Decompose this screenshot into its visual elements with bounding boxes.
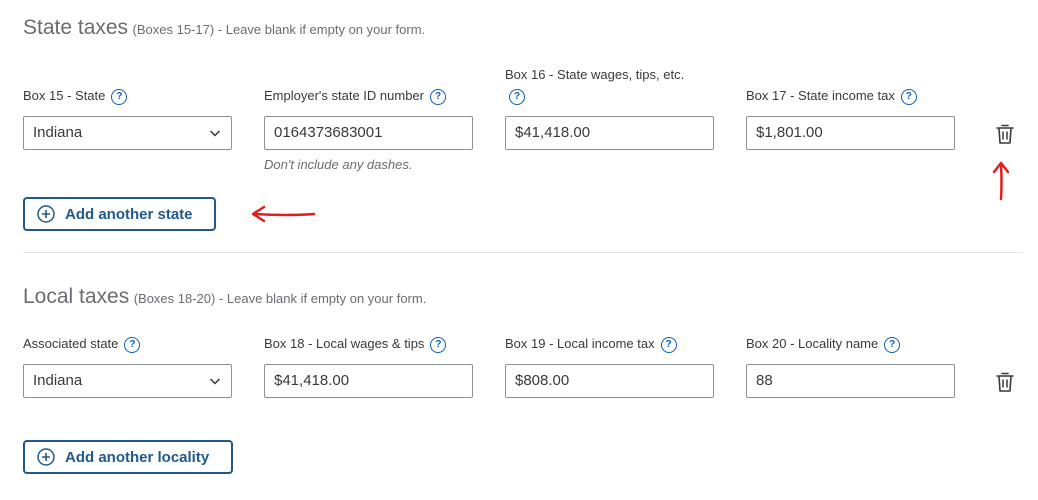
box17-label-row: Box 17 - State income tax? [746,88,917,105]
local-taxes-subtitle: (Boxes 18-20) - Leave blank if empty on … [133,291,427,306]
box17-help-icon[interactable]: ? [900,88,917,105]
box17-value: $1,801.00 [756,124,823,141]
red-arrow-left-annotation-icon [251,205,316,223]
box19-label: Box 19 - Local income tax [505,336,655,351]
plus-circle-icon [37,448,55,466]
box16-help-row: ? [509,88,525,105]
associated-state-label: Associated state [23,336,119,351]
w2-state-local-taxes-form: State taxes (Boxes 15-17) - Leave blank … [0,0,1038,500]
local-taxes-title: Local taxes [23,285,130,308]
box16-help-icon[interactable]: ? [509,88,525,105]
box15-state-select[interactable]: Indiana [23,116,232,150]
box17-label: Box 17 - State income tax [746,88,895,103]
box20-label: Box 20 - Locality name [746,336,879,351]
red-arrow-up-annotation-icon [992,161,1010,201]
box19-local-income-tax-input[interactable]: $808.00 [505,364,714,398]
delete-locality-trash-icon[interactable] [995,371,1015,393]
box18-value: $41,418.00 [274,372,350,389]
employer-id-input[interactable]: 0164373683001 [264,116,473,150]
box16-state-wages-input[interactable]: $41,418.00 [505,116,714,150]
associated-state-help-icon[interactable]: ? [124,336,141,353]
box20-label-row: Box 20 - Locality name? [746,336,901,353]
plus-circle-icon [37,205,55,223]
section-divider [23,252,1023,253]
employer-id-help-icon[interactable]: ? [430,88,446,105]
employer-id-value: 0164373683001 [274,124,383,141]
box19-help-icon[interactable]: ? [660,336,677,353]
state-taxes-title: State taxes [23,16,129,39]
box16-label: Box 16 - State wages, tips, etc. [505,67,685,82]
add-another-locality-button[interactable]: Add another locality [23,440,233,474]
box15-help-icon[interactable]: ? [111,88,128,105]
box20-help-icon[interactable]: ? [884,336,901,353]
box20-value: 88 [756,372,773,389]
state-taxes-heading: State taxes (Boxes 15-17) - Leave blank … [23,16,425,40]
box15-label: Box 15 - State [23,88,106,103]
local-taxes-heading: Local taxes (Boxes 18-20) - Leave blank … [23,285,426,309]
box18-label: Box 18 - Local wages & tips [264,336,425,351]
employer-id-hint: Don't include any dashes. [264,157,413,172]
box18-local-wages-input[interactable]: $41,418.00 [264,364,473,398]
box19-value: $808.00 [515,372,570,389]
box16-value: $41,418.00 [515,124,591,141]
chevron-down-icon [209,130,221,137]
box18-label-row: Box 18 - Local wages & tips? [264,336,447,353]
box15-state-value: Indiana [33,124,83,141]
box20-locality-name-input[interactable]: 88 [746,364,955,398]
associated-state-value: Indiana [33,372,83,389]
add-another-locality-label: Add another locality [65,448,210,466]
box19-label-row: Box 19 - Local income tax? [505,336,677,353]
employer-id-label-row: Employer's state ID number? [264,88,446,105]
delete-state-trash-icon[interactable] [995,123,1015,145]
associated-state-label-row: Associated state? [23,336,141,353]
box17-state-income-tax-input[interactable]: $1,801.00 [746,116,955,150]
chevron-down-icon [209,378,221,385]
box15-label-row: Box 15 - State? [23,88,128,105]
employer-id-label: Employer's state ID number [264,88,424,103]
associated-state-select[interactable]: Indiana [23,364,232,398]
add-another-state-button[interactable]: Add another state [23,197,216,231]
box18-help-icon[interactable]: ? [430,336,447,353]
state-taxes-subtitle: (Boxes 15-17) - Leave blank if empty on … [132,22,426,37]
add-another-state-label: Add another state [65,205,193,223]
